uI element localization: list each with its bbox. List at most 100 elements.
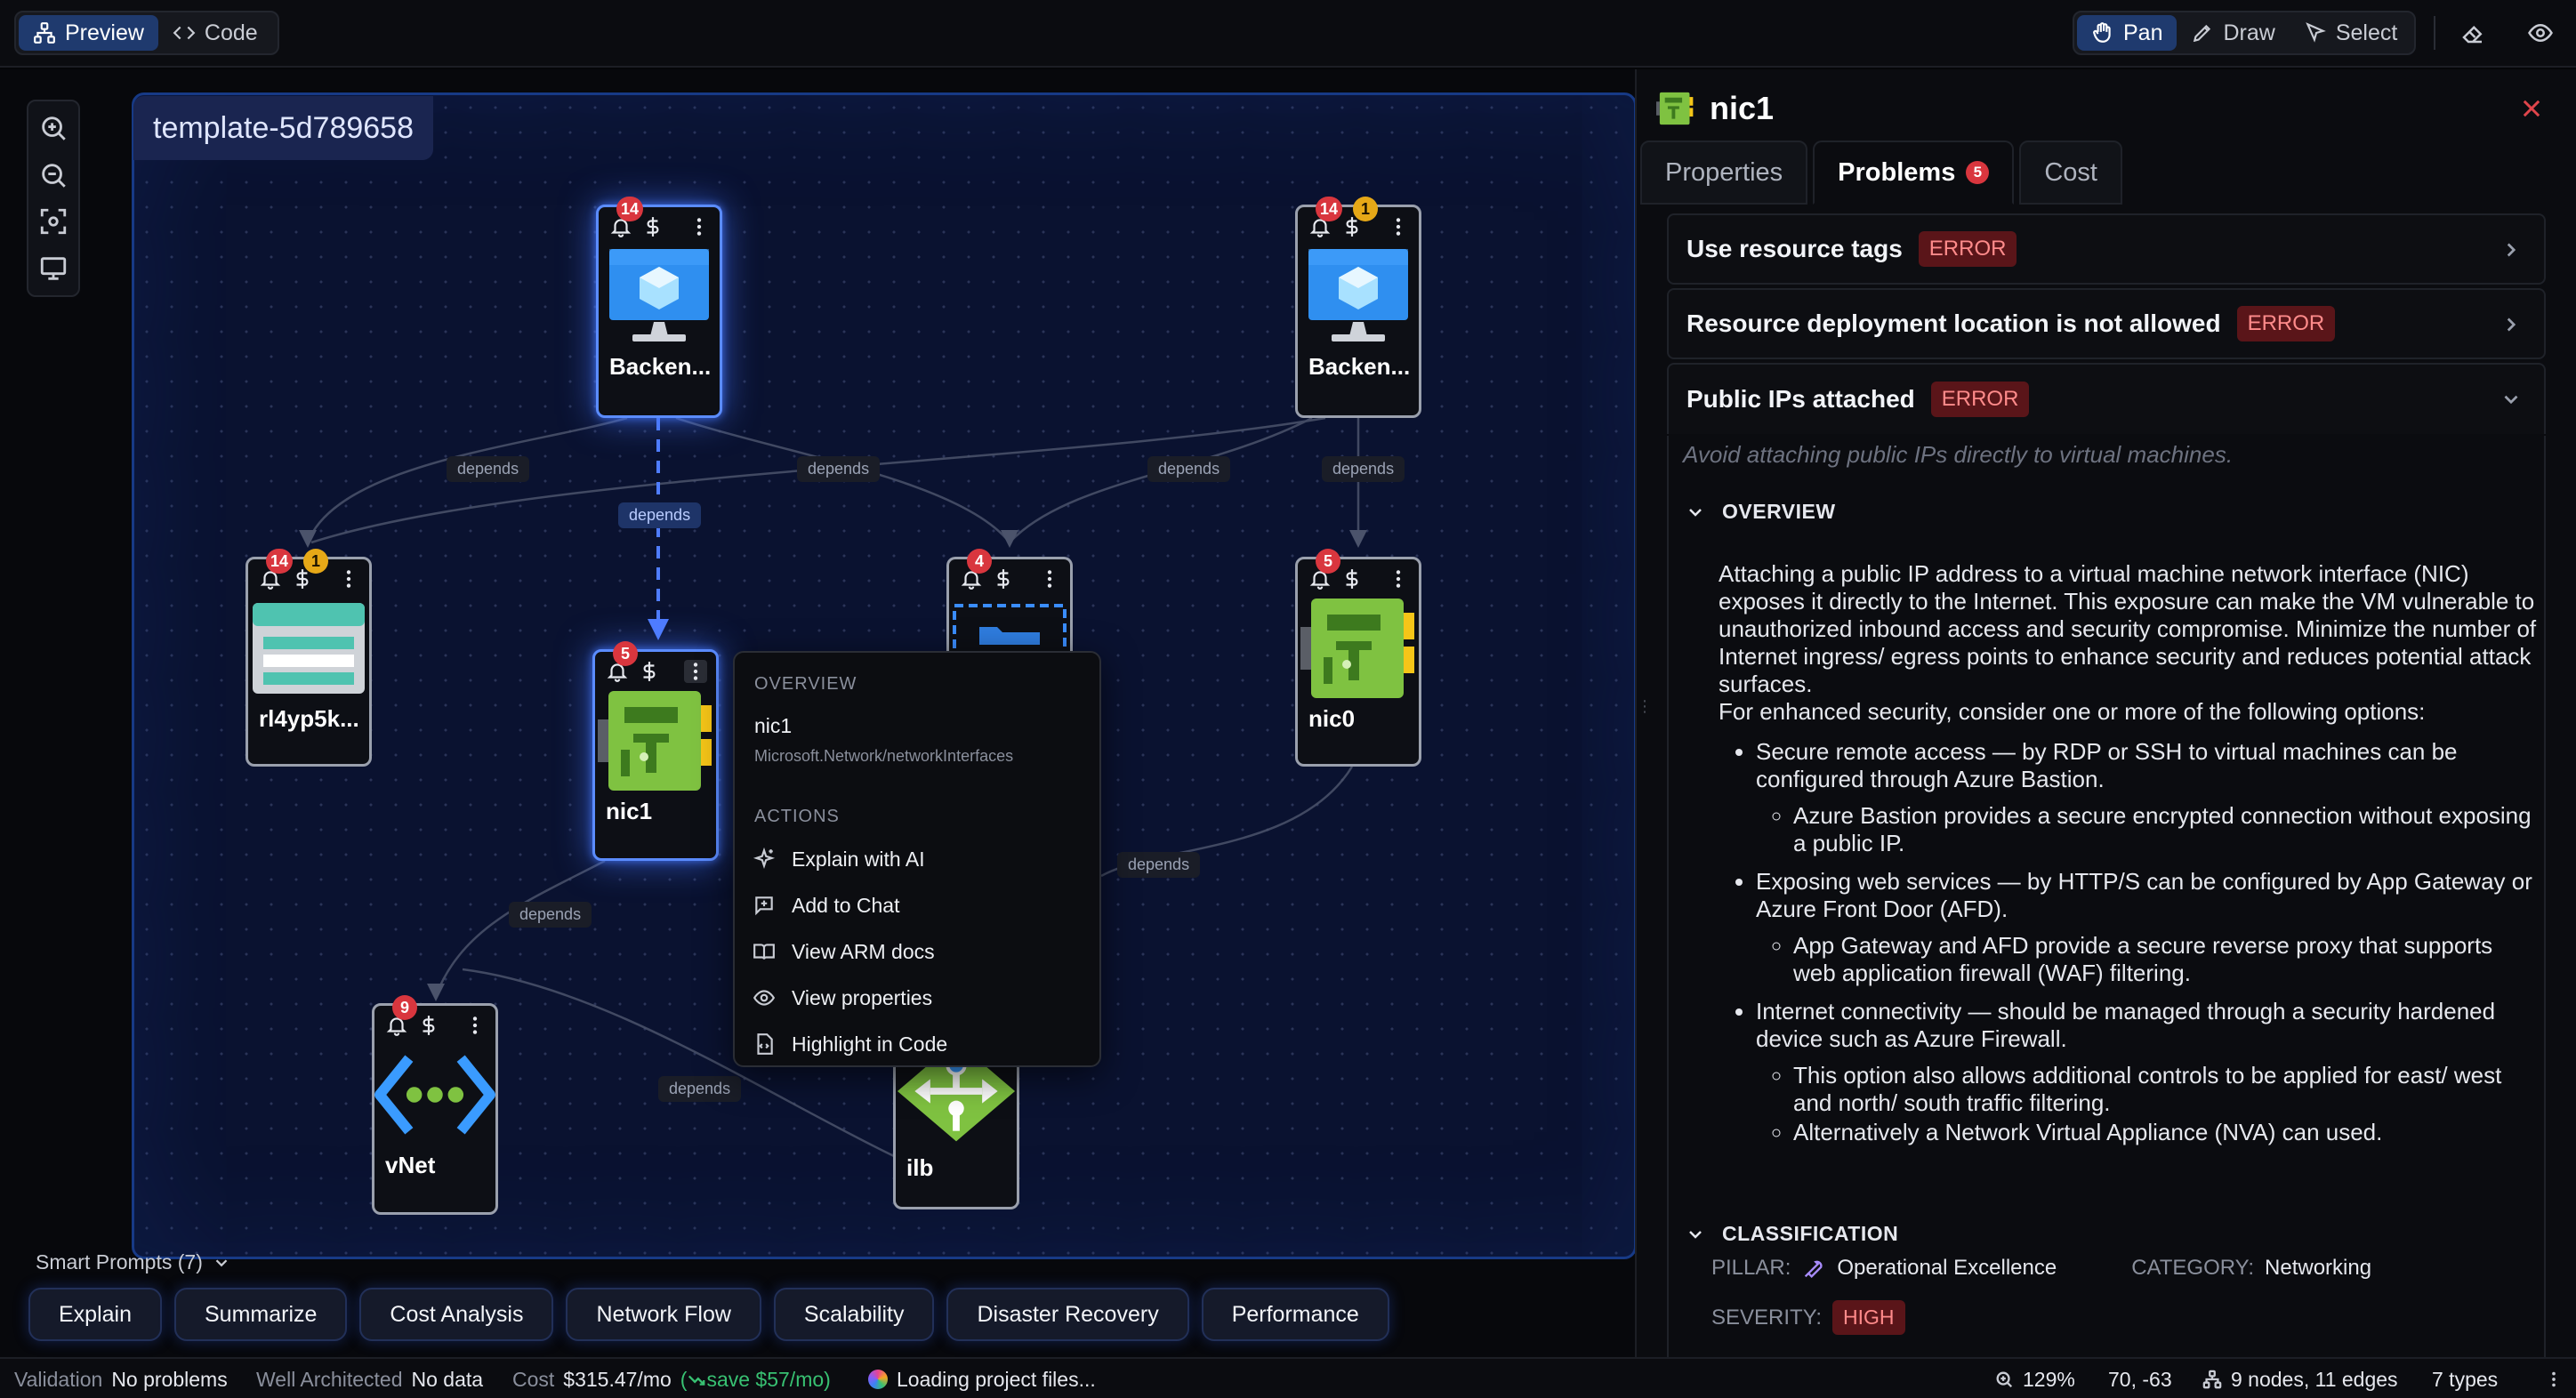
problem-title: Use resource tags	[1686, 235, 1903, 262]
classification-section-toggle[interactable]: CLASSIFICATION	[1685, 1222, 1898, 1246]
types-count[interactable]: 7 types	[2432, 1359, 2498, 1398]
menu-item-label: Highlight in Code	[792, 1032, 948, 1056]
alert-count-badge: 9	[392, 995, 417, 1020]
menu-explain-with-ai[interactable]: Explain with AI	[735, 836, 1099, 882]
zoom-level[interactable]: 129%	[1994, 1359, 2075, 1398]
problem-row-expanded[interactable]: Public IPs attached ERROR	[1667, 363, 2546, 434]
prompt-network-flow[interactable]: Network Flow	[566, 1288, 761, 1341]
overview-heading: OVERVIEW	[1722, 500, 1836, 523]
prompt-cost-analysis[interactable]: Cost Analysis	[359, 1288, 554, 1341]
alert-count-badge: 14	[266, 549, 294, 574]
close-panel-button[interactable]	[2510, 87, 2553, 130]
dollar-icon[interactable]	[638, 660, 661, 683]
node-label: nic1	[606, 797, 653, 824]
classification-severity-row: SEVERITY: HIGH	[1711, 1300, 1905, 1335]
prompt-summarize[interactable]: Summarize	[174, 1288, 348, 1341]
prompt-scalability[interactable]: Scalability	[773, 1288, 935, 1341]
more-vertical-icon[interactable]	[337, 567, 360, 591]
more-vertical-icon[interactable]	[688, 215, 711, 238]
tab-properties[interactable]: Properties	[1640, 141, 1808, 205]
code-brackets-icon	[173, 26, 196, 40]
zoom-out-button[interactable]	[34, 156, 73, 195]
problem-row[interactable]: Resource deployment location is not allo…	[1667, 288, 2546, 359]
alert-count-badge: 5	[1316, 549, 1340, 574]
node-backend-vm-2[interactable]: Backen... 14 1	[1295, 197, 1421, 418]
details-panel: nic1 Properties Problems 5 Cost Use reso…	[1635, 69, 2576, 1398]
prompt-disaster-recovery[interactable]: Disaster Recovery	[946, 1288, 1189, 1341]
menu-highlight-in-code[interactable]: Highlight in Code	[735, 1021, 1099, 1067]
node-vnet[interactable]: vNet 9	[372, 995, 498, 1215]
menu-add-to-chat[interactable]: Add to Chat	[735, 882, 1099, 928]
options-list: Secure remote access — by RDP or SSH to …	[1719, 738, 2537, 1146]
node-label: vNet	[385, 1151, 436, 1178]
error-badge: ERROR	[1930, 382, 2030, 417]
panel-resize-handle[interactable]: ⋮	[1637, 698, 1653, 726]
edge-label: depends	[1147, 456, 1231, 482]
status-bar: Validation No problems Well Architected …	[0, 1357, 2576, 1398]
dollar-icon[interactable]	[1340, 567, 1364, 591]
fit-view-button[interactable]	[34, 202, 73, 241]
node-public-ip[interactable]: 4	[946, 549, 1073, 663]
well-architected-status[interactable]: Well Architected No data	[256, 1359, 483, 1398]
node-storage-account[interactable]: rl4yp5k... 14 1	[246, 549, 372, 767]
more-vertical-icon[interactable]	[1387, 215, 1410, 238]
node-label: nic0	[1308, 704, 1356, 732]
category-label: CATEGORY:	[2131, 1256, 2255, 1280]
wa-value: No data	[411, 1367, 484, 1391]
menu-view-arm-docs[interactable]: View ARM docs	[735, 928, 1099, 975]
node-nic1[interactable]: nic1 5	[592, 641, 719, 861]
validation-status[interactable]: Validation No problems	[14, 1359, 228, 1398]
category-value: Networking	[2265, 1256, 2372, 1280]
dollar-icon[interactable]	[417, 1014, 440, 1037]
node-nic0[interactable]: nic0 5	[1295, 549, 1421, 767]
smart-prompts-toggle[interactable]: Smart Prompts (7)	[36, 1250, 231, 1274]
sparkle-icon	[753, 848, 776, 870]
preview-tab[interactable]: Preview	[19, 15, 158, 51]
menu-view-properties[interactable]: View properties	[735, 975, 1099, 1021]
code-tab[interactable]: Code	[158, 15, 272, 51]
tab-label: Cost	[2044, 157, 2097, 187]
tab-cost[interactable]: Cost	[2019, 141, 2122, 205]
node-backend-vm-1[interactable]: Backen... 14	[596, 197, 722, 418]
zoom-in-button[interactable]	[34, 108, 73, 148]
warning-count-badge: 1	[1353, 197, 1378, 221]
draw-tool[interactable]: Draw	[2177, 15, 2289, 51]
node-context-menu: OVERVIEW nic1 Microsoft.Network/networkI…	[733, 651, 1101, 1067]
top-toolbar: Preview Code Pan Draw Select	[0, 0, 2576, 68]
visibility-button[interactable]	[2519, 12, 2562, 53]
more-vertical-icon[interactable]	[684, 660, 707, 683]
prompt-explain[interactable]: Explain	[28, 1288, 162, 1341]
present-button[interactable]	[34, 249, 73, 288]
hand-icon	[2093, 22, 2111, 43]
chat-plus-icon	[755, 896, 773, 916]
cost-status[interactable]: Cost $315.47/mo (save $57/mo)	[512, 1359, 831, 1398]
eraser-button[interactable]	[2451, 12, 2494, 53]
trend-down-icon	[688, 1376, 705, 1386]
draw-label: Draw	[2223, 20, 2275, 45]
monitor-icon	[40, 257, 67, 280]
dollar-icon[interactable]	[641, 215, 664, 238]
more-vertical-icon[interactable]	[463, 1014, 487, 1037]
pencil-icon	[2194, 24, 2211, 43]
alert-count-badge: 14	[1316, 197, 1343, 221]
more-vertical-icon[interactable]	[1387, 567, 1410, 591]
select-tool[interactable]: Select	[2290, 15, 2411, 51]
classification-heading: CLASSIFICATION	[1722, 1222, 1899, 1245]
virtual-network-icon	[374, 1045, 495, 1145]
savings-value: (save $57/mo)	[680, 1367, 831, 1391]
warning-count-badge: 1	[303, 549, 328, 574]
edge-label: depends	[1117, 852, 1201, 878]
more-vertical-icon[interactable]	[1038, 567, 1061, 591]
prompt-performance[interactable]: Performance	[1201, 1288, 1389, 1341]
dollar-icon[interactable]	[992, 567, 1015, 591]
zoom-out-icon	[42, 164, 66, 188]
node-label: Backen...	[609, 352, 712, 380]
node-label: Backen...	[1308, 352, 1411, 380]
pan-tool[interactable]: Pan	[2077, 15, 2178, 51]
problem-row[interactable]: Use resource tags ERROR	[1667, 213, 2546, 285]
status-more-button[interactable]	[2544, 1359, 2564, 1398]
tab-problems[interactable]: Problems 5	[1813, 141, 2015, 205]
cost-value: $315.47/mo	[563, 1367, 672, 1391]
panel-tabs: Properties Problems 5 Cost	[1640, 141, 2122, 205]
overview-section-toggle[interactable]: OVERVIEW	[1685, 500, 1836, 524]
